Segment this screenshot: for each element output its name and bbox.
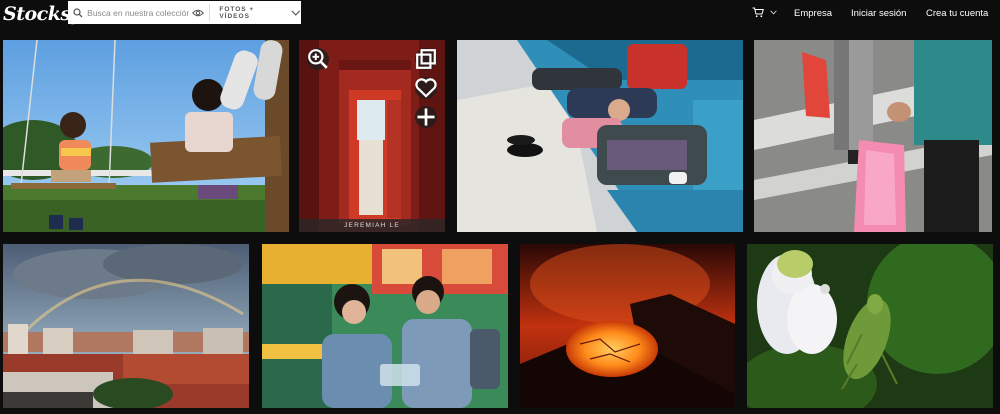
chevron-down-icon	[291, 9, 301, 16]
gallery-photo-2[interactable]: JEREMIAH LE	[299, 40, 445, 232]
gallery-photo-3[interactable]	[457, 40, 743, 232]
gallery-photo-4[interactable]	[754, 40, 992, 232]
top-bar: Stocksy FOTOS + VÍDEOS Empresa Iniciar s…	[0, 0, 1000, 32]
favorite-button[interactable]	[415, 77, 437, 99]
copy-icon	[416, 49, 436, 69]
photo-rainbow-city	[3, 244, 249, 408]
visual-search-eye-icon[interactable]	[189, 1, 206, 24]
similar-button[interactable]	[415, 48, 437, 70]
search-icon	[68, 1, 87, 24]
photo-laughing-couple	[262, 244, 508, 408]
photo-airport-sleeping	[457, 40, 743, 232]
media-type-dropdown[interactable]: FOTOS + VÍDEOS	[210, 1, 301, 24]
heart-icon	[415, 78, 437, 98]
photo-lava-lake	[520, 244, 735, 408]
nav-link-empresa[interactable]: Empresa	[794, 0, 832, 26]
cart-icon	[752, 7, 764, 18]
gallery-photo-5[interactable]	[3, 244, 249, 408]
gallery-photo-8[interactable]	[747, 244, 993, 408]
cart-menu[interactable]	[752, 7, 777, 18]
zoom-button[interactable]	[307, 48, 329, 70]
gallery-photo-7[interactable]	[520, 244, 735, 408]
media-type-label: FOTOS + VÍDEOS	[219, 5, 255, 20]
photo-pink-bags	[754, 40, 992, 232]
gallery-photo-1[interactable]	[3, 40, 289, 232]
photo-green-weevil	[747, 244, 993, 408]
add-to-collection-button[interactable]	[415, 106, 437, 128]
search-bar: FOTOS + VÍDEOS	[68, 1, 301, 24]
plus-icon	[417, 108, 435, 126]
chevron-down-icon	[770, 10, 777, 15]
zoom-in-icon	[308, 49, 328, 69]
nav-link-signup[interactable]: Crea tu cuenta	[926, 0, 988, 26]
gallery-photo-6[interactable]	[262, 244, 508, 408]
photo-swing-children	[3, 40, 289, 232]
nav-link-login[interactable]: Iniciar sesión	[851, 0, 906, 26]
search-input[interactable]	[87, 2, 190, 23]
contributor-credit[interactable]: JEREMIAH LE	[299, 219, 445, 232]
